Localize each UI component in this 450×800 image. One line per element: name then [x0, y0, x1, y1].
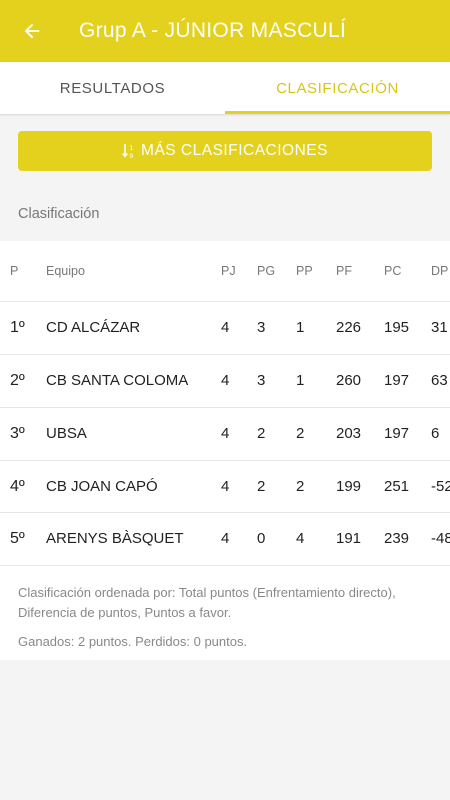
position-cell: 1º — [10, 319, 25, 336]
position-cell: 5º — [10, 530, 25, 547]
pg-cell: 3 — [257, 372, 266, 389]
pg-cell: 0 — [257, 530, 266, 547]
column-header-dp: DP — [431, 264, 449, 278]
pc-cell: 195 — [384, 319, 410, 336]
pc-cell: 239 — [384, 530, 410, 547]
team-cell: CB JOAN CAPÓ — [46, 478, 158, 495]
dp-cell: -52 — [431, 478, 450, 495]
sort-icon: 1 9 — [122, 143, 136, 159]
column-header-pj: PJ — [221, 264, 236, 278]
tab-bar: RESULTADOS CLASIFICACIÓN — [0, 62, 450, 114]
pc-cell: 197 — [384, 425, 410, 442]
more-classifications-button[interactable]: 1 9 MÁS CLASIFICACIONES — [18, 131, 432, 171]
pj-cell: 4 — [221, 530, 230, 547]
svg-text:9: 9 — [129, 152, 134, 159]
pc-cell: 197 — [384, 372, 410, 389]
pg-cell: 2 — [257, 478, 266, 495]
pf-cell: 226 — [336, 319, 362, 336]
dp-cell: 63 — [431, 372, 448, 389]
pp-cell: 1 — [296, 319, 305, 336]
pp-cell: 2 — [296, 425, 305, 442]
pp-cell: 4 — [296, 530, 305, 547]
table-row[interactable]: 1º CD ALCÁZAR 4 3 1 226 195 31 — [0, 302, 450, 355]
pf-cell: 260 — [336, 372, 362, 389]
page-title: Grup A - JÚNIOR MASCULÍ — [79, 19, 347, 42]
tab-resultados[interactable]: RESULTADOS — [0, 62, 225, 114]
team-cell: ARENYS BÀSQUET — [46, 530, 184, 547]
svg-text:1: 1 — [129, 144, 134, 152]
dp-cell: -48 — [431, 530, 450, 547]
column-header-pf: PF — [336, 264, 352, 278]
dp-cell: 6 — [431, 425, 440, 442]
pf-cell: 191 — [336, 530, 362, 547]
pg-cell: 2 — [257, 425, 266, 442]
pj-cell: 4 — [221, 372, 230, 389]
back-button[interactable] — [19, 18, 45, 44]
column-header-position: P — [10, 264, 19, 278]
column-header-team: Equipo — [46, 264, 85, 278]
tab-clasificacion[interactable]: CLASIFICACIÓN — [225, 62, 450, 114]
standings-card: P Equipo PJ PG PP PF PC DP 1º CD ALCÁZAR… — [0, 241, 450, 660]
team-cell: CB SANTA COLOMA — [46, 372, 189, 389]
points-note: Ganados: 2 puntos. Perdidos: 0 puntos. — [18, 634, 248, 649]
more-classifications-label: MÁS CLASIFICACIONES — [141, 142, 328, 159]
column-header-pp: PP — [296, 264, 313, 278]
team-cell: UBSA — [46, 425, 87, 442]
position-cell: 4º — [10, 478, 25, 495]
pj-cell: 4 — [221, 319, 230, 336]
table-row[interactable]: 3º UBSA 4 2 2 203 197 6 — [0, 408, 450, 461]
pg-cell: 3 — [257, 319, 266, 336]
pc-cell: 251 — [384, 478, 410, 495]
table-row[interactable]: 4º CB JOAN CAPÓ 4 2 2 199 251 -52 — [0, 461, 450, 513]
table-row[interactable]: 2º CB SANTA COLOMA 4 3 1 260 197 63 — [0, 355, 450, 408]
pf-cell: 199 — [336, 478, 362, 495]
dp-cell: 31 — [431, 319, 448, 336]
position-cell: 2º — [10, 372, 25, 389]
pf-cell: 203 — [336, 425, 362, 442]
team-cell: CD ALCÁZAR — [46, 319, 141, 336]
column-header-pc: PC — [384, 264, 402, 278]
position-cell: 3º — [10, 425, 25, 442]
arrow-left-icon — [21, 20, 43, 42]
pp-cell: 1 — [296, 372, 305, 389]
column-header-pg: PG — [257, 264, 276, 278]
section-title: Clasificación — [18, 206, 100, 222]
sort-order-note: Clasificación ordenada por: Total puntos… — [18, 585, 396, 620]
table-row[interactable]: 5º ARENYS BÀSQUET 4 0 4 191 239 -48 — [0, 513, 450, 566]
pj-cell: 4 — [221, 478, 230, 495]
pj-cell: 4 — [221, 425, 230, 442]
table-header: P Equipo PJ PG PP PF PC DP — [0, 241, 450, 302]
pp-cell: 2 — [296, 478, 305, 495]
app-bar: Grup A - JÚNIOR MASCULÍ — [0, 0, 450, 62]
